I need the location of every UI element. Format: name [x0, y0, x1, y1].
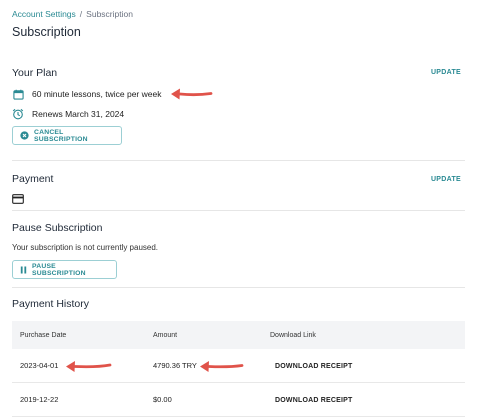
payment-update-link[interactable]: UPDATE	[431, 176, 461, 183]
column-header-purchase-date: Purchase Date	[20, 331, 67, 339]
breadcrumb-separator: /	[79, 9, 83, 19]
pause-subscription-heading: Pause Subscription	[12, 222, 103, 234]
payment-history-heading: Payment History	[12, 298, 90, 310]
pause-subscription-button[interactable]: PAUSE SUBSCRIPTION	[12, 260, 117, 279]
calendar-icon	[12, 88, 24, 100]
column-header-amount: Amount	[153, 331, 178, 339]
plan-update-link[interactable]: UPDATE	[431, 69, 461, 76]
download-receipt-link[interactable]: DOWNLOAD RECEIPT	[270, 363, 352, 370]
red-arrow-annotation	[200, 361, 244, 372]
red-arrow-annotation	[66, 361, 112, 372]
plan-renews-row: Renews March 31, 2024	[12, 108, 124, 120]
download-receipt-link[interactable]: DOWNLOAD RECEIPT	[270, 397, 352, 404]
purchase-date-cell: 2019-12-22	[20, 395, 59, 404]
divider	[12, 160, 465, 161]
breadcrumb-account-settings-link[interactable]: Account Settings	[12, 9, 76, 19]
payment-heading: Payment	[12, 173, 54, 185]
divider	[12, 287, 465, 288]
plan-renews-text: Renews March 31, 2024	[32, 109, 125, 119]
amount-cell: $0.00	[153, 395, 172, 404]
cancel-subscription-button[interactable]: CANCEL SUBSCRIPTION	[12, 126, 122, 145]
breadcrumb-current: Subscription	[86, 9, 133, 19]
page-title: Subscription	[12, 25, 81, 39]
payment-method-row	[12, 193, 32, 205]
plan-lessons-row: 60 minute lessons, twice per week	[12, 88, 161, 100]
credit-card-icon	[12, 193, 24, 205]
column-header-download-link: Download Link	[270, 331, 316, 339]
divider	[12, 210, 465, 211]
cancel-subscription-label: CANCEL SUBSCRIPTION	[34, 128, 88, 143]
alarm-clock-icon	[12, 108, 24, 120]
table-header-row: Purchase Date Amount Download Link	[12, 321, 465, 349]
breadcrumb: Account Settings / Subscription	[12, 9, 133, 19]
pause-status-text: Your subscription is not currently pause…	[12, 243, 159, 252]
cancel-circle-icon	[20, 131, 29, 140]
pause-icon	[20, 266, 27, 274]
your-plan-heading: Your Plan	[12, 67, 58, 79]
pause-subscription-label: PAUSE SUBSCRIPTION	[32, 262, 86, 277]
red-arrow-annotation	[171, 88, 213, 100]
plan-lessons-text: 60 minute lessons, twice per week	[32, 89, 162, 99]
table-row: 2019-12-22 $0.00 DOWNLOAD RECEIPT	[12, 383, 465, 417]
